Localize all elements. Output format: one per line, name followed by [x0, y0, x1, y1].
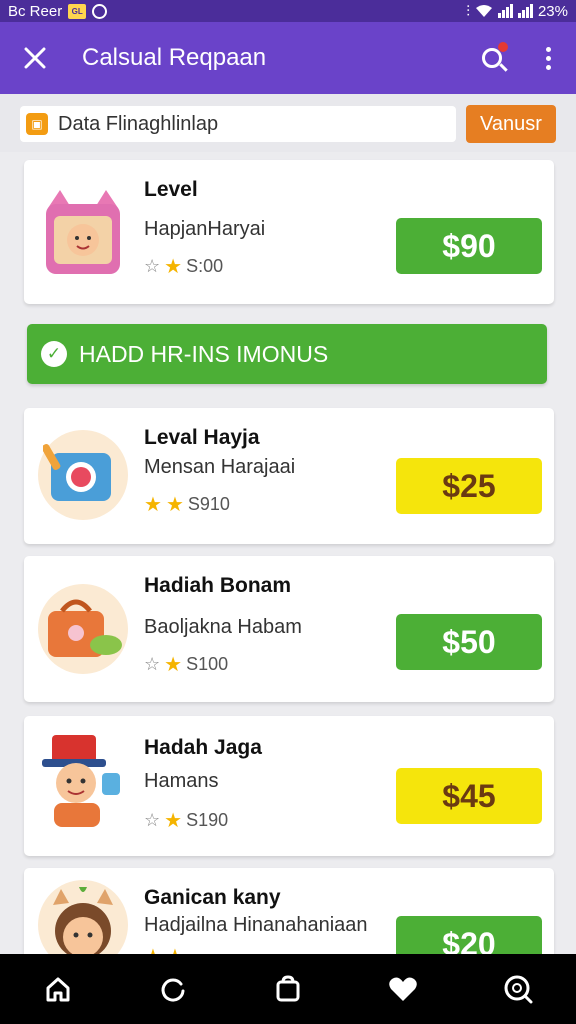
nav-refresh-button[interactable] — [145, 961, 201, 1017]
more-dot-icon — [545, 46, 551, 52]
card-meta: ☆ ★ S100 — [144, 652, 228, 677]
status-left-text: Bc Reer — [8, 2, 63, 20]
banner-text: HADD HR-INS IMONUS — [79, 340, 329, 367]
card-meta: ★ ★ — [144, 944, 184, 954]
nav-favorites-button[interactable] — [375, 961, 431, 1017]
card-meta: ☆ ★ S190 — [144, 808, 228, 833]
more-dot-icon — [545, 64, 551, 70]
status-bar: Bc Reer GL ⫶ 23% — [0, 0, 576, 22]
card-meta-value: S:00 — [186, 256, 224, 276]
card-meta-value: S100 — [186, 654, 229, 674]
close-icon — [24, 47, 46, 69]
filter-bar: ▣ Data Flinaghlinlap Vanusr — [0, 94, 576, 152]
star-icon: ★ — [165, 494, 184, 516]
more-dot-icon — [545, 55, 551, 61]
card-meta-value: S910 — [187, 494, 230, 514]
star-icon: ★ — [166, 944, 184, 954]
card-subtitle: Baoljakna Habam — [144, 616, 302, 638]
star-icon: ★ — [164, 654, 183, 676]
filter-label: Data Flinaghlinlap — [58, 112, 219, 135]
star-icon: ★ — [144, 944, 162, 954]
reward-card[interactable]: Level HapjanHaryai ☆ ★ S:00 $90 — [24, 160, 554, 304]
signal-icon — [497, 4, 513, 18]
star-icon: ★ — [164, 256, 183, 278]
wifi-icon — [475, 5, 492, 17]
boy-character-icon — [38, 735, 128, 827]
card-title: Hadiah Bonam — [144, 574, 292, 597]
filter-button[interactable]: Vanusr — [466, 105, 556, 143]
heart-icon — [389, 977, 417, 1001]
reward-card[interactable]: Hadiah Bonam Baoljakna Habam ☆ ★ S100 $5… — [24, 556, 554, 702]
close-button[interactable] — [0, 22, 70, 94]
vibrate-icon: ⫶ — [466, 2, 470, 20]
price-button[interactable]: $50 — [396, 614, 542, 670]
price-button[interactable]: $45 — [396, 768, 542, 824]
camera-icon — [38, 430, 128, 520]
check-icon: ✓ — [41, 341, 67, 367]
price-button[interactable]: $90 — [396, 218, 542, 274]
home-icon — [46, 977, 70, 1002]
card-meta-value: S190 — [186, 810, 229, 830]
notification-dot — [498, 42, 508, 52]
refresh-icon — [161, 978, 185, 1002]
girl-character-icon — [38, 880, 128, 954]
lock-icon: ▣ — [26, 113, 48, 135]
price-button[interactable]: $20 — [396, 916, 542, 954]
signal-2-icon — [517, 4, 533, 18]
notification-badge-icon: GL — [68, 3, 87, 19]
bag-icon — [276, 975, 300, 1002]
star-icon: ★ — [144, 494, 162, 516]
page-title: Calsual Reqpaan — [82, 44, 267, 71]
app-bar: Calsual Reqpaan — [0, 22, 576, 94]
reward-card[interactable]: Ganican kany Hadjailna Hinanahaniaan ★ ★… — [24, 868, 554, 954]
card-title: Hadah Jaga — [144, 736, 262, 759]
star-outline-icon: ☆ — [144, 256, 161, 276]
card-title: Leval Hayja — [144, 426, 260, 449]
reward-card[interactable]: Hadah Jaga Hamans ☆ ★ S190 $45 — [24, 716, 554, 856]
card-meta: ☆ ★ S:00 — [144, 254, 223, 279]
card-subtitle: Mensan Harajaai — [144, 456, 296, 478]
reward-card[interactable]: Leval Hayja Mensan Harajaai ★ ★ S910 $25 — [24, 408, 554, 544]
sync-icon — [92, 3, 108, 19]
cat-mascot-icon — [38, 186, 128, 276]
star-outline-icon: ☆ — [144, 654, 161, 674]
bottom-navigation — [0, 954, 576, 1024]
card-title: Ganican kany — [144, 886, 281, 909]
bonus-banner[interactable]: ✓ HADD HR-INS IMONUS — [27, 324, 547, 384]
card-title: Level — [144, 178, 198, 201]
lunchbox-icon — [38, 584, 128, 674]
search-icon — [504, 975, 533, 1004]
card-subtitle: Hadjailna Hinanahaniaan — [144, 914, 368, 936]
card-meta: ★ ★ S910 — [144, 492, 230, 517]
battery-level: 23% — [537, 2, 568, 20]
card-subtitle: Hamans — [144, 770, 219, 792]
filter-field[interactable]: ▣ Data Flinaghlinlap — [20, 106, 456, 142]
card-subtitle: HapjanHaryai — [144, 218, 266, 240]
star-icon: ★ — [164, 810, 183, 832]
more-options-button[interactable] — [520, 22, 576, 94]
search-button[interactable] — [464, 22, 520, 94]
nav-bag-button[interactable] — [260, 961, 316, 1017]
price-button[interactable]: $25 — [396, 458, 542, 514]
star-outline-icon: ☆ — [144, 810, 161, 830]
nav-home-button[interactable] — [30, 961, 86, 1017]
nav-search-button[interactable] — [490, 961, 546, 1017]
